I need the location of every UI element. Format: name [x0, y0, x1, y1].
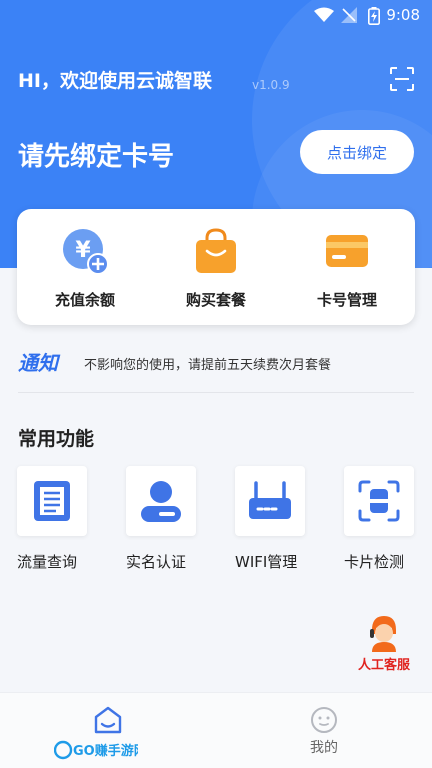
function-icon-box	[17, 466, 87, 536]
router-icon	[249, 481, 291, 519]
user-icon	[141, 481, 181, 522]
scan-icon[interactable]	[389, 66, 415, 92]
clock: 9:08	[386, 6, 420, 24]
function-icon-box	[344, 466, 414, 536]
signal-off-icon	[341, 7, 357, 23]
service-agent-icon	[370, 616, 396, 652]
profile-face-icon	[311, 707, 337, 733]
section-title: 常用功能	[18, 428, 95, 450]
watermark-text: GO赚手游网	[73, 743, 138, 759]
divider	[18, 392, 414, 393]
card-detection-button[interactable]: 卡片检测	[344, 466, 432, 576]
card-icon	[326, 235, 368, 267]
version-label: v1.0.9	[252, 78, 290, 92]
shopping-bag-icon	[196, 228, 236, 273]
wifi-management-button[interactable]: WIFI管理	[235, 466, 325, 576]
bind-card-title: 请先绑定卡号	[18, 142, 175, 172]
function-label: 流量查询	[17, 553, 78, 571]
greeting-text: HI，欢迎使用云诚智联	[18, 70, 212, 92]
function-icon-box	[235, 466, 305, 536]
recharge-yen-icon: ¥	[63, 229, 109, 275]
notice-bar[interactable]: 通知 不影响您的使用，请提前五天续费次月套餐	[18, 346, 414, 382]
notice-tag: 通知	[18, 351, 58, 375]
battery-icon	[368, 7, 380, 25]
function-label: 卡片检测	[344, 553, 405, 571]
document-icon	[34, 481, 70, 521]
home-icon	[94, 706, 122, 734]
recharge-balance-button[interactable]: ¥ 充值余额	[19, 209, 151, 325]
buy-package-button[interactable]: 购买套餐	[150, 209, 282, 325]
quick-action-label: 购买套餐	[185, 291, 246, 309]
quick-action-label: 卡号管理	[316, 291, 377, 309]
real-name-auth-button[interactable]: 实名认证	[126, 466, 216, 576]
card-management-button[interactable]: 卡号管理	[281, 209, 413, 325]
wifi-icon	[314, 7, 334, 22]
customer-service-button[interactable]: 人工客服	[352, 614, 416, 674]
bind-card-button[interactable]: 点击绑定	[300, 130, 414, 174]
watermark-logo: GO赚手游网	[54, 740, 138, 760]
quick-action-label: 充值余额	[54, 291, 115, 309]
scan-card-icon	[358, 480, 400, 522]
function-label: 实名认证	[126, 553, 187, 571]
quick-actions-card: ¥ 充值余额 购买套餐 卡号管理	[17, 209, 415, 325]
notice-text: 不影响您的使用，请提前五天续费次月套餐	[84, 358, 332, 373]
function-label: WIFI管理	[235, 553, 298, 571]
tab-label: 我的	[310, 740, 338, 756]
function-icon-box	[126, 466, 196, 536]
tab-profile[interactable]: 我的	[216, 693, 432, 768]
data-usage-query-button[interactable]: 流量查询	[17, 466, 107, 576]
customer-service-label: 人工客服	[357, 658, 410, 673]
status-bar: 9:08	[0, 0, 432, 30]
